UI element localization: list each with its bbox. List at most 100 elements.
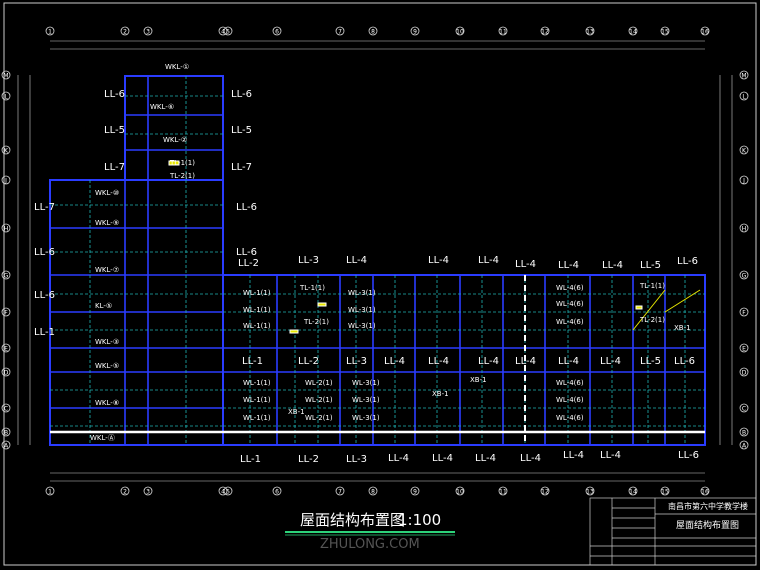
axis-bubble-label: B (4, 430, 8, 437)
beam-label-wl: WL-3(1) (352, 396, 380, 404)
beam-label-wl: WL-1(1) (243, 289, 271, 297)
beam-label-wl: WL-1(1) (243, 306, 271, 314)
beam-label-wl: WL-3(1) (348, 322, 376, 330)
beam-label-ll: LL-6 (674, 356, 695, 367)
axis-bubble: B (1, 427, 11, 437)
beam-label-wl: WL-3(1) (348, 289, 376, 297)
axis-bubble: 1 (45, 486, 55, 496)
axis-bubble: 3 (143, 486, 153, 496)
axis-bubble: 2 (120, 486, 130, 496)
axis-bubble-label: 15 (661, 489, 669, 496)
axis-bubble: 1 (45, 26, 55, 36)
axis-bubble: F (739, 307, 749, 317)
beam-label-ll: LL-4 (600, 356, 621, 367)
axis-bubble-label: 9 (413, 29, 417, 36)
beam-label-ll: LL-4 (384, 356, 405, 367)
beam-label-ll: LL-4 (558, 356, 579, 367)
beam-label-xb: XB-1 (288, 408, 305, 416)
beam-label-tl: TL-2(1) (639, 316, 665, 324)
beam-label-ll: LL-4 (428, 356, 449, 367)
axis-bubble: 8 (368, 26, 378, 36)
beam-label-wl: WL-4(6) (556, 318, 584, 326)
axis-bubble-label: H (4, 226, 9, 233)
beam-label-wkl: KL-⑤ (95, 302, 112, 310)
axis-bubble: 15 (660, 486, 670, 496)
cad-drawing-canvas: 1 2 3 4 5 6 7 8 9 10 11 12 13 14 15 16 1 2 3 4 5 6 7 8 9 10 11 12 1… (0, 0, 760, 570)
beam-label-ll: LL-4 (346, 255, 367, 266)
axis-bubble: M (739, 70, 749, 80)
beam-label-ll: LL-4 (388, 453, 409, 464)
axis-bubble: 10 (455, 486, 465, 496)
beam-label-ll: LL-5 (640, 260, 661, 271)
beam-label-ll: LL-3 (346, 356, 367, 367)
beam-label-wl: WL-1(1) (243, 414, 271, 422)
left-wing-structure (49, 75, 224, 446)
axis-bubble: C (1, 403, 11, 413)
beam-label-wkl: WKL-Ⓐ (90, 434, 115, 442)
beam-label-wl: WL-1(1) (243, 379, 271, 387)
axis-bubble-label: D (742, 370, 747, 377)
axis-bubble-label: M (3, 73, 8, 80)
axis-bubble-label: 16 (701, 29, 709, 36)
axis-bubble-label: 7 (338, 29, 342, 36)
beam-label-wkl: WKL-② (163, 136, 187, 144)
axis-bubble-label: C (4, 406, 8, 413)
axis-bubble-label: 10 (456, 29, 464, 36)
beam-label-ll: LL-1 (240, 454, 261, 465)
beam-label-ll: LL-6 (236, 202, 257, 213)
axis-bubble-label: 10 (456, 489, 464, 496)
beam-label-wl: WL-1(1) (243, 396, 271, 404)
axis-bubble-label: 11 (499, 29, 507, 36)
axis-bubble: M (1, 70, 11, 80)
axis-bubble-label: 8 (371, 489, 375, 496)
axis-bubble: 8 (368, 486, 378, 496)
axis-bubble-label: B (742, 430, 746, 437)
beam-label-ll: LL-3 (346, 454, 367, 465)
beam-label-ll: LL-7 (104, 162, 125, 173)
beam-label-ll: LL-6 (34, 247, 55, 258)
axis-bubble-label: 5 (226, 29, 230, 36)
axis-bubble: 5 (223, 26, 233, 36)
beam-label-ll: LL-5 (231, 125, 252, 136)
axis-bubble: 14 (628, 26, 638, 36)
axis-bubble: K (1, 145, 11, 155)
beam-label-ll: LL-6 (34, 290, 55, 301)
axis-bubble-label: F (742, 310, 746, 317)
beam-label-wl: WL-3(1) (352, 379, 380, 387)
axis-bubble-label: 14 (629, 489, 637, 496)
beam-label-wl: WL-2(1) (305, 396, 333, 404)
beam-label-wkl: WKL-⑧ (95, 399, 119, 407)
axis-bubble: 3 (143, 26, 153, 36)
beam-label-tl: TL-2(1) (303, 318, 329, 326)
beam-label-tl: TL-1(1) (639, 282, 665, 290)
axis-bubble-label: 2 (123, 489, 127, 496)
beam-label-wkl: WKL-① (165, 63, 189, 71)
axis-bubbles-right: M L K J H G F E D C BA (739, 70, 749, 450)
beam-label-ll: LL-4 (520, 453, 541, 464)
axis-bubble: 6 (272, 26, 282, 36)
axis-bubble-label: 7 (338, 489, 342, 496)
axis-bubble: E (1, 343, 11, 353)
axis-bubble-label: 1 (48, 489, 52, 496)
beam-label-ll: LL-4 (600, 450, 621, 461)
axis-bubble-label: 6 (275, 29, 279, 36)
title-block-project: 南昌市第六中学教学楼 (668, 501, 748, 511)
beam-label-ll: LL-4 (563, 450, 584, 461)
axis-bubble-label: 6 (275, 489, 279, 496)
axis-bubble-label: C (742, 406, 746, 413)
drawing-title: 屋面结构布置图 (300, 511, 405, 529)
axis-bubble: G (739, 270, 749, 280)
beam-label-wkl: WKL-③ (95, 338, 119, 346)
axis-bubble: L (1, 91, 11, 101)
beam-label-ll: LL-4 (432, 453, 453, 464)
axis-bubble-label: 1 (48, 29, 52, 36)
axis-bubble-label: 3 (146, 29, 150, 36)
beam-label-wl: WL-4(6) (556, 300, 584, 308)
drawing-scale: 1:100 (398, 511, 441, 529)
axis-bubble: A (739, 440, 749, 450)
axis-bubble: 7 (335, 26, 345, 36)
axis-bubble: G (1, 270, 11, 280)
beam-label-wkl: WKL-⑤ (95, 362, 119, 370)
axis-bubble-label: 13 (586, 29, 594, 36)
beam-label-ll: LL-2 (298, 454, 319, 465)
